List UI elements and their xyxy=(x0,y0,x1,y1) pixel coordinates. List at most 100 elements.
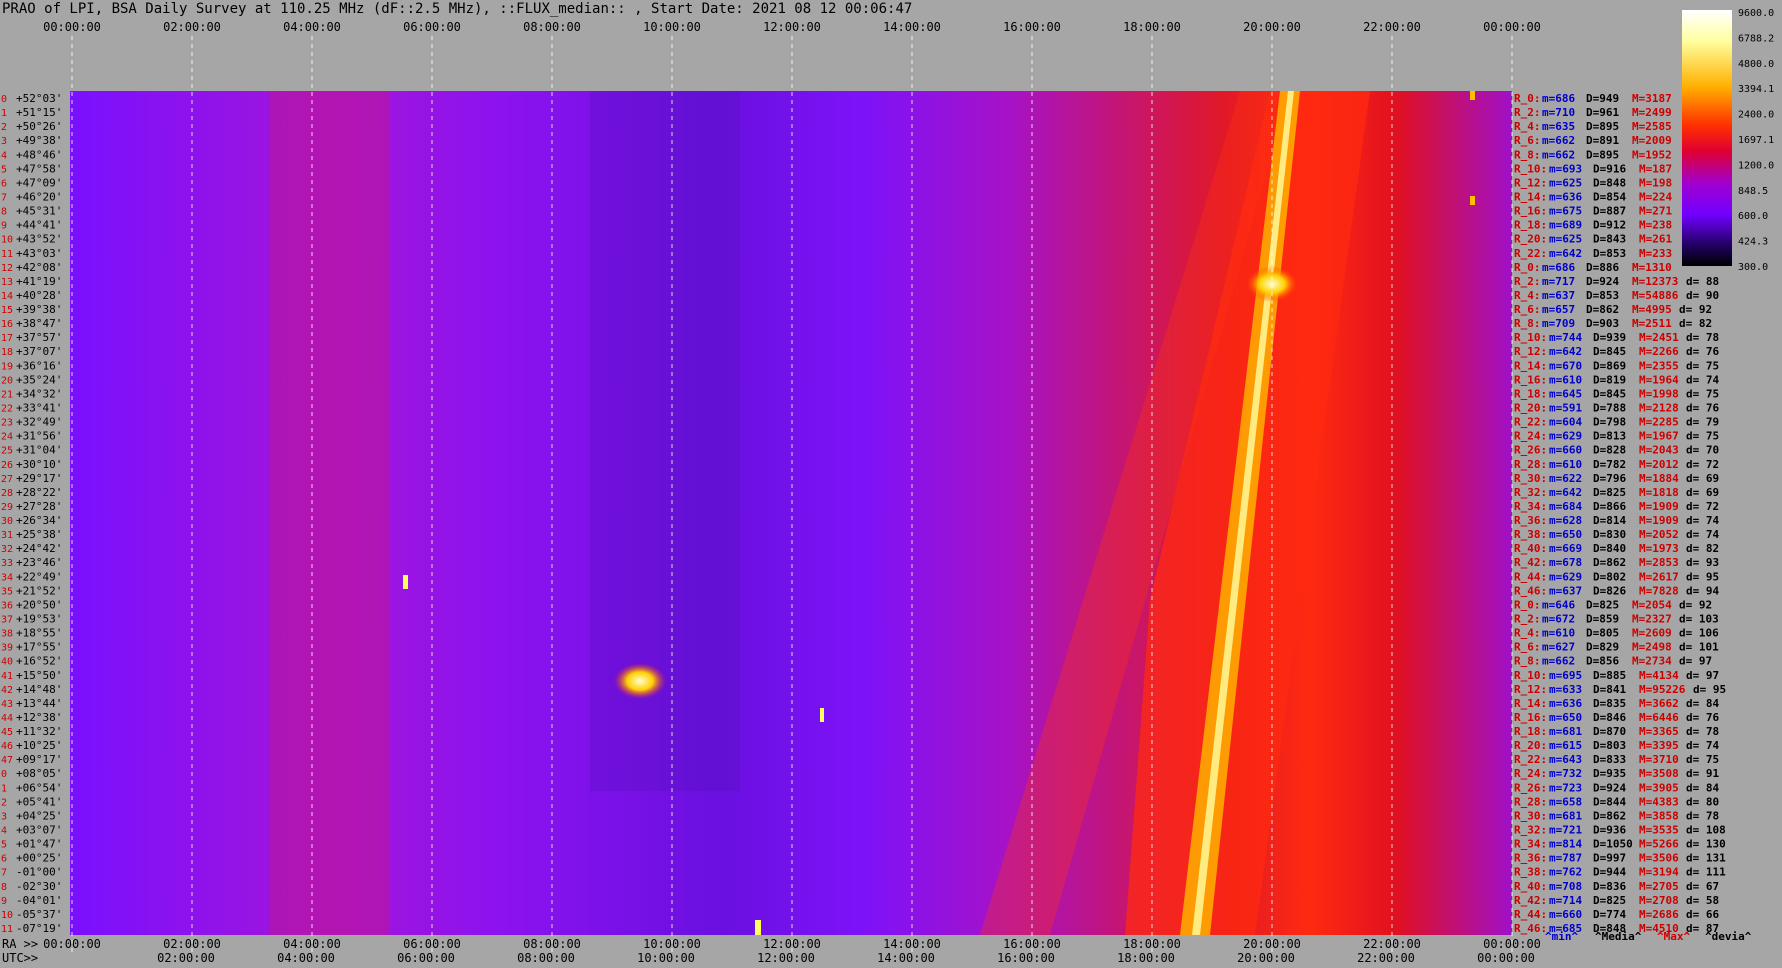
row-index-label: 8 xyxy=(1,207,7,218)
stats-devia: d= 75 xyxy=(1686,430,1719,443)
stats-median: D=895 xyxy=(1586,148,1619,161)
stats-row-label: R_2: xyxy=(1514,613,1541,626)
ra-tick-label: 02:00:00 xyxy=(163,937,221,951)
stats-min: m=787 xyxy=(1549,852,1582,865)
stats-median: D=814 xyxy=(1593,514,1626,527)
stats-row: R_18: m=681 D=870 M=3365 d= 78 xyxy=(1514,725,1719,738)
stats-row-label: R_18: xyxy=(1514,725,1547,738)
stats-max: M=2355 xyxy=(1639,359,1679,372)
stats-median: D=853 xyxy=(1586,289,1619,302)
stats-devia: d= 72 xyxy=(1686,458,1719,471)
row-index-label: 10 xyxy=(1,910,13,921)
top-tick-label: 00:00:00 xyxy=(43,20,101,34)
colorbar-tick-label: 9600.0 xyxy=(1738,8,1774,19)
stats-max: M=3365 xyxy=(1639,725,1679,738)
stats-row-label: R_26: xyxy=(1514,781,1547,794)
stats-row: R_16: m=610 D=819 M=1964 d= 74 xyxy=(1514,373,1719,386)
stats-min: m=662 xyxy=(1542,655,1575,668)
stats-row-label: R_10: xyxy=(1514,162,1547,175)
row-index-label: 39 xyxy=(1,643,13,654)
stats-row-label: R_12: xyxy=(1514,683,1547,696)
stats-row-label: R_34: xyxy=(1514,838,1547,851)
stats-max: M=2853 xyxy=(1639,556,1679,569)
stats-min: m=684 xyxy=(1549,500,1582,513)
stats-row-label: R_46: xyxy=(1514,922,1547,935)
stats-min: m=672 xyxy=(1542,613,1575,626)
stats-median: D=853 xyxy=(1593,247,1626,260)
row-index-label: 47 xyxy=(1,755,13,766)
stats-devia: d= 72 xyxy=(1686,500,1719,513)
stats-min: m=686 xyxy=(1542,92,1575,105)
stats-row-label: R_8: xyxy=(1514,148,1541,161)
stats-min: m=650 xyxy=(1549,711,1582,724)
row-index-label: 26 xyxy=(1,460,13,471)
stats-min: m=721 xyxy=(1549,824,1582,837)
row-index-label: 13 xyxy=(1,277,13,288)
dark-region xyxy=(590,91,740,791)
stats-median: D=903 xyxy=(1586,317,1619,330)
stats-max: M=1952 xyxy=(1632,148,1672,161)
declination-label: +18°55' xyxy=(16,627,62,640)
colorbar-tick-label: 4800.0 xyxy=(1738,59,1774,70)
stats-devia: d= 75 xyxy=(1686,753,1719,766)
stats-median: D=803 xyxy=(1593,739,1626,752)
stats-row-label: R_36: xyxy=(1514,514,1547,527)
stats-max: M=5266 xyxy=(1639,838,1679,851)
utc-tick-label: 02:00:00 xyxy=(157,951,215,965)
stats-min: m=708 xyxy=(1549,880,1582,893)
declination-labels: 0 +52°03' 1 +51°15' 2 +50°26' 3 +49°38' 4 +48°46'… xyxy=(1,92,62,935)
stats-row-label: R_32: xyxy=(1514,486,1547,499)
stats-max: M=1964 xyxy=(1639,373,1679,386)
stats-median: D=830 xyxy=(1593,528,1626,541)
stats-median: D=829 xyxy=(1586,641,1619,654)
stats-min: m=642 xyxy=(1549,486,1582,499)
declination-label: +15°50' xyxy=(16,669,62,682)
stats-median: D=843 xyxy=(1593,233,1626,246)
stats-row-label: R_42: xyxy=(1514,556,1547,569)
stats-min: m=645 xyxy=(1549,387,1582,400)
stats-median: D=862 xyxy=(1586,303,1619,316)
stats-row: R_0: m=686 D=886 M=1310 xyxy=(1514,261,1672,274)
ra-tick-label: 00:00:00 xyxy=(43,937,101,951)
source-speck-1 xyxy=(403,575,408,589)
row-index-label: 11 xyxy=(1,924,13,935)
stats-max: M=2585 xyxy=(1632,120,1672,133)
stats-max: M=224 xyxy=(1639,191,1672,204)
heatmap-area xyxy=(70,91,1512,935)
stats-max: M=1973 xyxy=(1639,542,1679,555)
stats-row-label: R_22: xyxy=(1514,753,1547,766)
declination-label: +31°04' xyxy=(16,444,62,457)
stats-min: m=637 xyxy=(1542,289,1575,302)
row-index-label: 41 xyxy=(1,671,13,682)
stats-row: R_10: m=695 D=885 M=4134 d= 97 xyxy=(1514,669,1719,682)
stats-median: D=944 xyxy=(1593,866,1626,879)
stats-row: R_14: m=636 D=854 M=224 xyxy=(1514,191,1672,204)
stats-row: R_12: m=642 D=845 M=2266 d= 76 xyxy=(1514,345,1719,358)
stats-median: D=845 xyxy=(1593,345,1626,358)
stats-devia: d= 93 xyxy=(1686,556,1719,569)
stats-row: R_38: m=650 D=830 M=2052 d= 74 xyxy=(1514,528,1719,541)
row-index-label: 25 xyxy=(1,446,13,457)
stats-row-label: R_38: xyxy=(1514,866,1547,879)
row-index-label: 3 xyxy=(1,811,7,822)
declination-label: +43°03' xyxy=(16,247,62,260)
stats-median: D=788 xyxy=(1593,402,1626,415)
stats-min: m=610 xyxy=(1549,373,1582,386)
declination-label: +21°52' xyxy=(16,584,62,597)
stats-max: M=2128 xyxy=(1639,402,1679,415)
row-index-label: 22 xyxy=(1,404,13,415)
stats-min: m=625 xyxy=(1549,233,1582,246)
stats-max: M=2609 xyxy=(1632,627,1672,640)
stats-median: D=819 xyxy=(1593,373,1626,386)
top-tick-label: 16:00:00 xyxy=(1003,20,1061,34)
row-index-label: 30 xyxy=(1,516,13,527)
stats-devia: d= 106 xyxy=(1679,627,1719,640)
stats-median: D=841 xyxy=(1593,683,1626,696)
stats-devia: d= 78 xyxy=(1686,725,1719,738)
stats-row: R_22: m=643 D=833 M=3710 d= 75 xyxy=(1514,753,1719,766)
stats-max: M=6446 xyxy=(1639,711,1679,724)
declination-label: +34°32' xyxy=(16,387,62,400)
stats-row-label: R_26: xyxy=(1514,444,1547,457)
stats-median: D=862 xyxy=(1593,809,1626,822)
stats-row: R_22: m=604 D=798 M=2285 d= 79 xyxy=(1514,416,1719,429)
